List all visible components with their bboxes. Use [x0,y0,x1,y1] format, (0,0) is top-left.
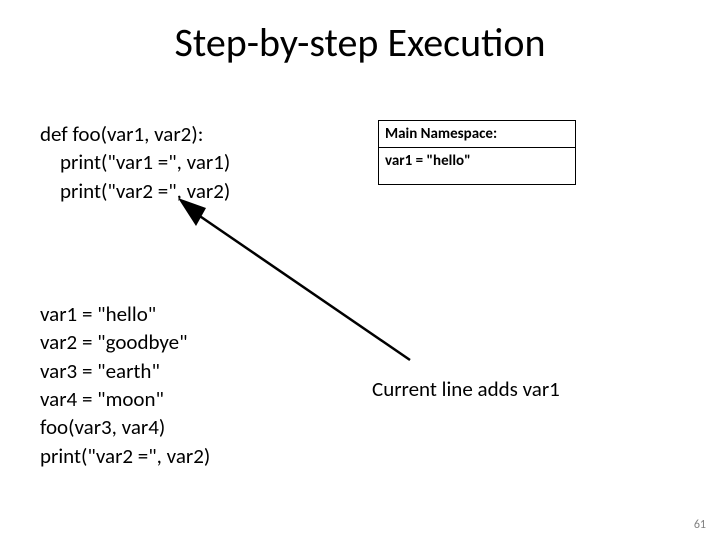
code-line: print("var2 =", var2) [40,442,210,470]
namespace-box: Main Namespace: var1 = "hello" [378,120,576,185]
code-function-def: def foo(var1, var2): print("var1 =", var… [40,120,230,205]
code-line: print("var2 =", var2) [40,177,230,205]
code-line: var4 = "moon" [40,385,210,413]
namespace-entry: var1 = "hello" [379,148,575,184]
code-main-body: var1 = "hello" var2 = "goodbye" var3 = "… [40,300,210,470]
code-line: def foo(var1, var2): [40,120,230,148]
code-line: var3 = "earth" [40,357,210,385]
slide: Step-by-step Execution def foo(var1, var… [0,0,720,540]
namespace-header: Main Namespace: [379,121,575,148]
page-number: 61 [694,518,706,532]
code-line: foo(var3, var4) [40,413,210,441]
code-line: print("var1 =", var1) [40,148,230,176]
annotation-text: Current line adds var1 [372,376,560,402]
slide-title: Step-by-step Execution [0,18,720,67]
code-line: var1 = "hello" [40,300,210,328]
code-line: var2 = "goodbye" [40,328,210,356]
